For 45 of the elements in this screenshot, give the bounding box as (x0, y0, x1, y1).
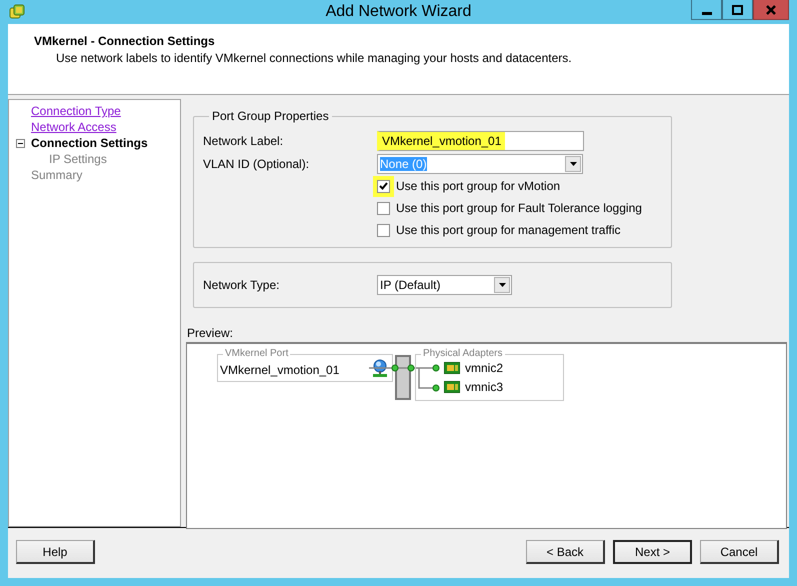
wizard-button[interactable]: < Back (526, 540, 605, 564)
adapter-name: vmnic3 (465, 380, 504, 394)
checkbox-label: Use this port group for Fault Tolerance logging (396, 201, 642, 215)
dropdown-button[interactable] (565, 156, 581, 172)
wizard-button[interactable]: Help (16, 540, 95, 564)
minimize-icon (702, 12, 712, 15)
network-type-select[interactable]: IP (Default) (377, 275, 512, 295)
network-label-field[interactable]: VMkernel_vmotion_01 (377, 130, 584, 150)
caret-icon (570, 162, 576, 166)
window-title: Add Network Wizard (326, 3, 472, 20)
page-subtitle: Use network labels to identify VMkernel connections while managing your hosts and datacenters. (56, 51, 572, 65)
page-title: VMkernel - Connection Settings (34, 34, 215, 48)
network-adapter-icon (372, 359, 388, 377)
checkbox[interactable] (377, 202, 390, 214)
minimize-button[interactable] (691, 0, 722, 20)
group-title: Physical Adapters (421, 348, 504, 360)
close-button[interactable] (753, 0, 789, 20)
checkbox-label: Use this port group for vMotion (396, 179, 560, 193)
port-name: VMkernel_vmotion_01 (220, 363, 340, 377)
app-icon (9, 4, 25, 20)
network-card-icon (444, 362, 460, 374)
field-label: VLAN ID (Optional): (203, 156, 310, 170)
caret-icon (498, 283, 506, 287)
preview-label: Preview: (187, 326, 234, 340)
step-link[interactable]: Connection Type (31, 104, 121, 118)
switch-bar (395, 355, 411, 400)
step-label: Connection Settings (31, 136, 148, 150)
maximize-button[interactable] (722, 0, 753, 20)
wizard-button[interactable]: Cancel (700, 540, 779, 564)
network-card-icon (444, 381, 460, 393)
field-label: Network Label: (203, 134, 284, 148)
maximize-icon (732, 4, 743, 14)
close-icon (766, 4, 776, 14)
group-title: Port Group Properties (211, 109, 330, 123)
collapse-toggle[interactable] (16, 138, 25, 148)
wizard-button[interactable]: Next > (613, 540, 692, 564)
checkbox[interactable] (377, 224, 390, 236)
step-label: IP Settings (49, 152, 107, 166)
field-label: Network Type: (203, 278, 280, 292)
adapter-name: vmnic2 (465, 361, 504, 375)
dropdown-button[interactable] (494, 277, 510, 293)
minus-icon (18, 142, 23, 144)
checkbox-label: Use this port group for management traffic (396, 223, 621, 237)
step-label: Summary (31, 168, 82, 182)
step-link[interactable]: Network Access (31, 120, 116, 134)
